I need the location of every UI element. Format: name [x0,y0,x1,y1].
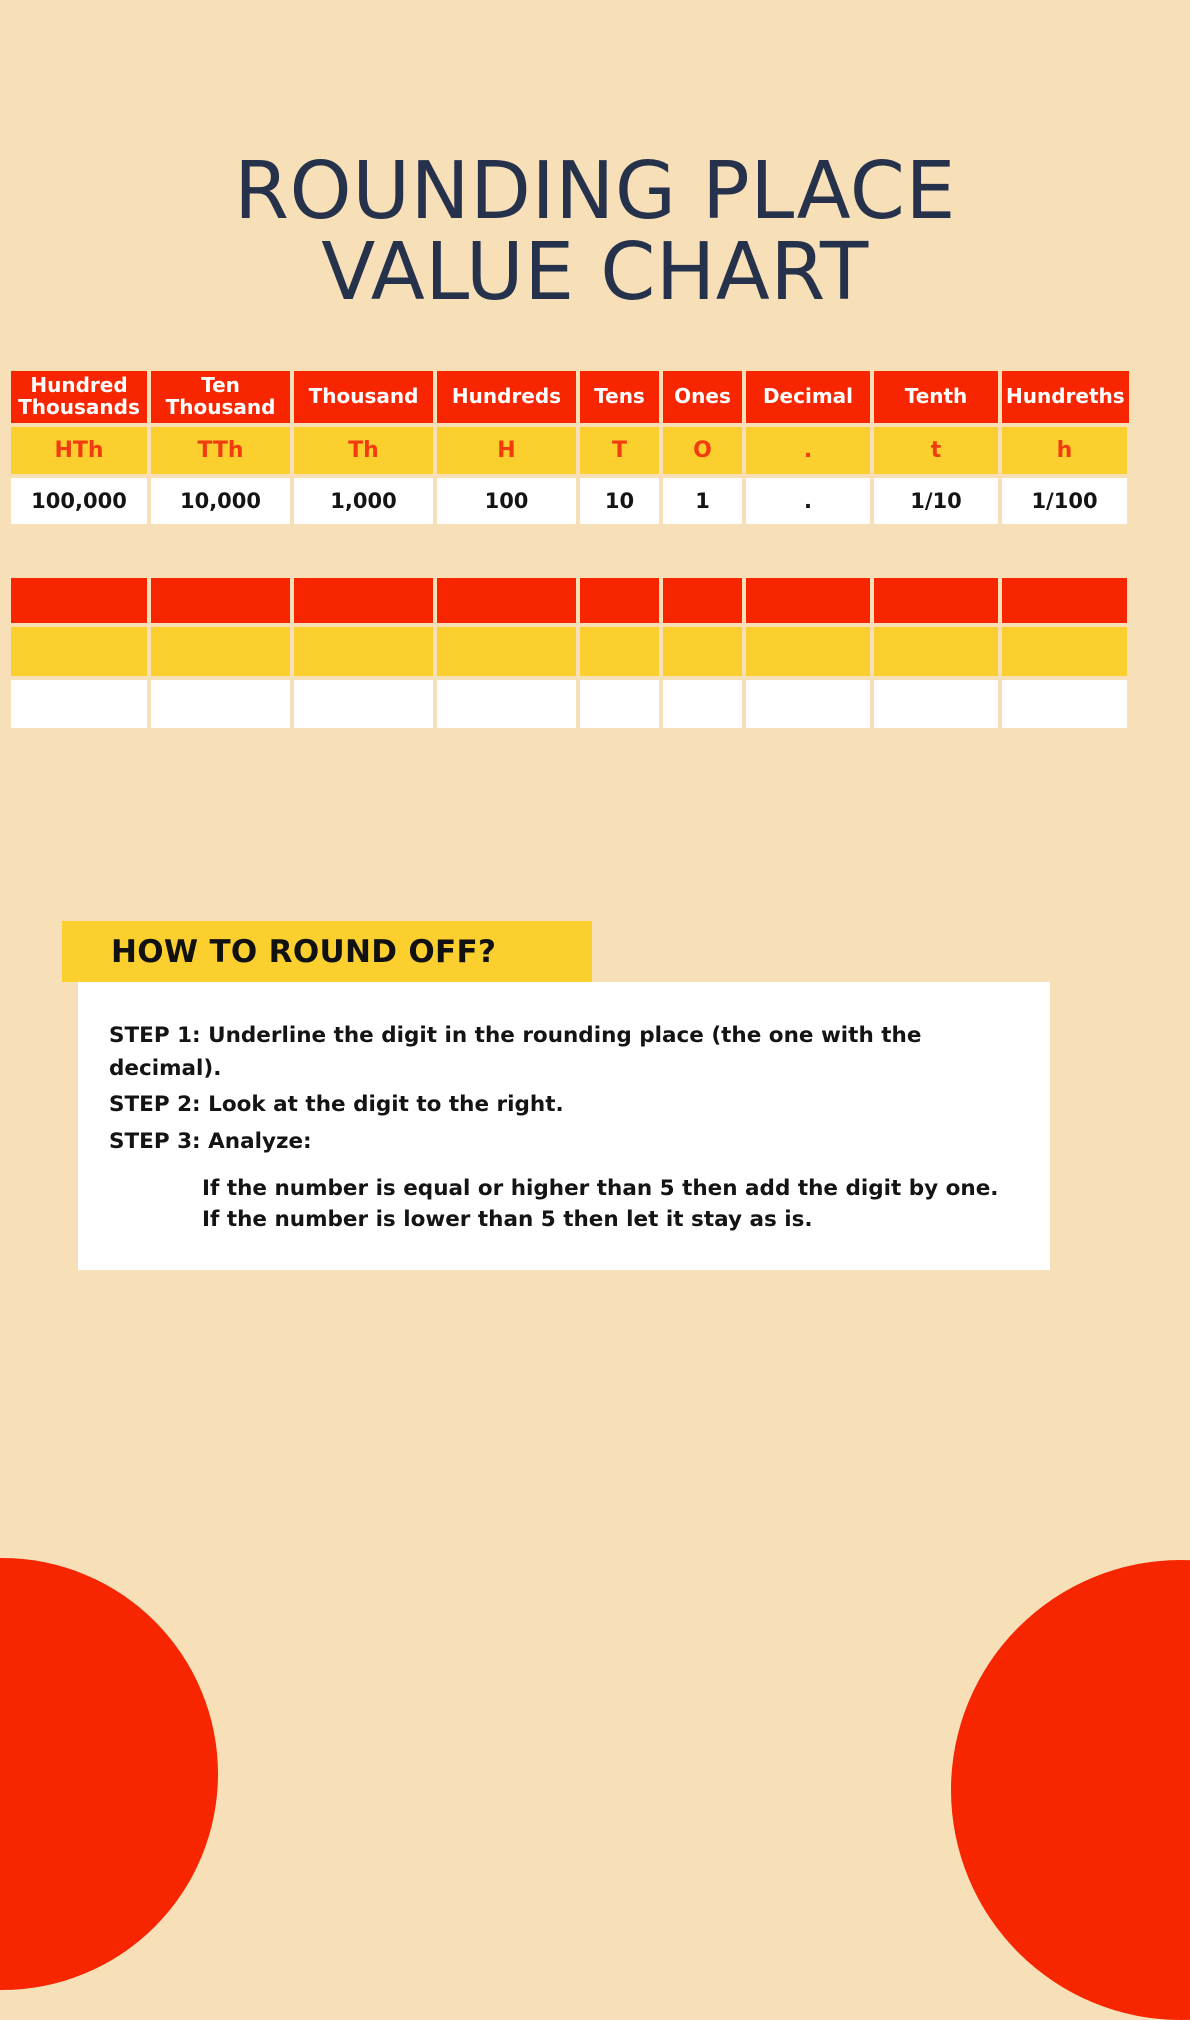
cell-abbr-tens: T [580,427,659,474]
page-title: ROUNDING PLACE VALUE CHART [0,144,1190,319]
cell-abbr-thousand: Th [294,427,433,474]
place-value-table: Hundred Thousands Ten Thousand Thousand … [11,371,1179,524]
table-row-place-names: Hundred Thousands Ten Thousand Thousand … [11,371,1179,423]
blank-cell-name-4[interactable] [437,578,576,623]
blank-cell-value-6[interactable] [663,680,742,728]
cell-abbr-ones: O [663,427,742,474]
how-to-step-3: STEP 3: Analyze: [109,1129,312,1155]
blank-cell-name-2[interactable] [151,578,290,623]
blank-row-values [11,680,1179,728]
how-to-rule-1: If the number is equal or higher than 5 … [202,1175,999,1201]
cell-value-thousand: 1,000 [294,478,433,524]
blank-cell-value-4[interactable] [437,680,576,728]
how-to-round-off-heading: HOW TO ROUND OFF? [62,921,592,982]
blank-cell-value-5[interactable] [580,680,659,728]
cell-value-tens: 10 [580,478,659,524]
blank-cell-value-7[interactable] [746,680,870,728]
blank-cell-name-9[interactable] [1002,578,1127,623]
cell-name-thousand: Thousand [294,371,433,423]
cell-name-hundred-thousands: Hundred Thousands [11,371,147,423]
decorative-circle-bottom-right [951,1560,1190,2020]
blank-cell-value-1[interactable] [11,680,147,728]
cell-abbr-decimal: . [746,427,870,474]
blank-cell-abbr-7[interactable] [746,627,870,676]
blank-cell-name-8[interactable] [874,578,998,623]
cell-abbr-ten-thousand: TTh [151,427,290,474]
cell-abbr-hundred-thousands: HTh [11,427,147,474]
blank-row-abbreviations [11,627,1179,676]
blank-cell-abbr-6[interactable] [663,627,742,676]
table-row-values: 100,000 10,000 1,000 100 10 1 . 1/10 1/1… [11,478,1179,524]
blank-cell-value-3[interactable] [294,680,433,728]
how-to-step-2: STEP 2: Look at the digit to the right. [109,1092,564,1118]
how-to-round-off-panel: STEP 1: Underline the digit in the round… [78,982,1050,1270]
cell-name-hundreths: Hundreths [1002,371,1129,423]
cell-name-ones: Ones [663,371,742,423]
cell-abbr-hundreths: h [1002,427,1127,474]
blank-cell-name-6[interactable] [663,578,742,623]
blank-cell-abbr-2[interactable] [151,627,290,676]
blank-cell-abbr-4[interactable] [437,627,576,676]
blank-cell-abbr-3[interactable] [294,627,433,676]
blank-cell-abbr-9[interactable] [1002,627,1127,676]
cell-value-decimal: . [746,478,870,524]
how-to-rule-2: If the number is lower than 5 then let i… [202,1207,813,1233]
cell-name-tens: Tens [580,371,659,423]
blank-cell-abbr-8[interactable] [874,627,998,676]
decorative-circle-bottom-left [0,1558,218,1990]
blank-cell-value-2[interactable] [151,680,290,728]
cell-value-hundreths: 1/100 [1002,478,1127,524]
page-title-line-1: ROUNDING PLACE [234,144,956,237]
cell-name-decimal: Decimal [746,371,870,423]
cell-abbr-tenth: t [874,427,998,474]
cell-name-hundreds: Hundreds [437,371,576,423]
blank-cell-name-5[interactable] [580,578,659,623]
how-to-step-1: STEP 1: Underline the digit in the round… [109,1023,922,1081]
blank-worksheet-table [11,578,1179,728]
table-row-abbreviations: HTh TTh Th H T O . t h [11,427,1179,474]
cell-value-ones: 1 [663,478,742,524]
cell-abbr-hundreds: H [437,427,576,474]
blank-cell-name-3[interactable] [294,578,433,623]
blank-cell-abbr-1[interactable] [11,627,147,676]
page-title-line-2: VALUE CHART [321,226,869,319]
cell-value-hundred-thousands: 100,000 [11,478,147,524]
cell-value-hundreds: 100 [437,478,576,524]
blank-cell-value-8[interactable] [874,680,998,728]
blank-cell-name-1[interactable] [11,578,147,623]
cell-value-ten-thousand: 10,000 [151,478,290,524]
blank-cell-abbr-5[interactable] [580,627,659,676]
cell-name-ten-thousand: Ten Thousand [151,371,290,423]
blank-cell-value-9[interactable] [1002,680,1127,728]
how-to-analyze-rules: If the number is equal or higher than 5 … [202,1173,1014,1236]
cell-value-tenth: 1/10 [874,478,998,524]
cell-name-tenth: Tenth [874,371,998,423]
blank-row-place-names [11,578,1179,623]
blank-cell-name-7[interactable] [746,578,870,623]
